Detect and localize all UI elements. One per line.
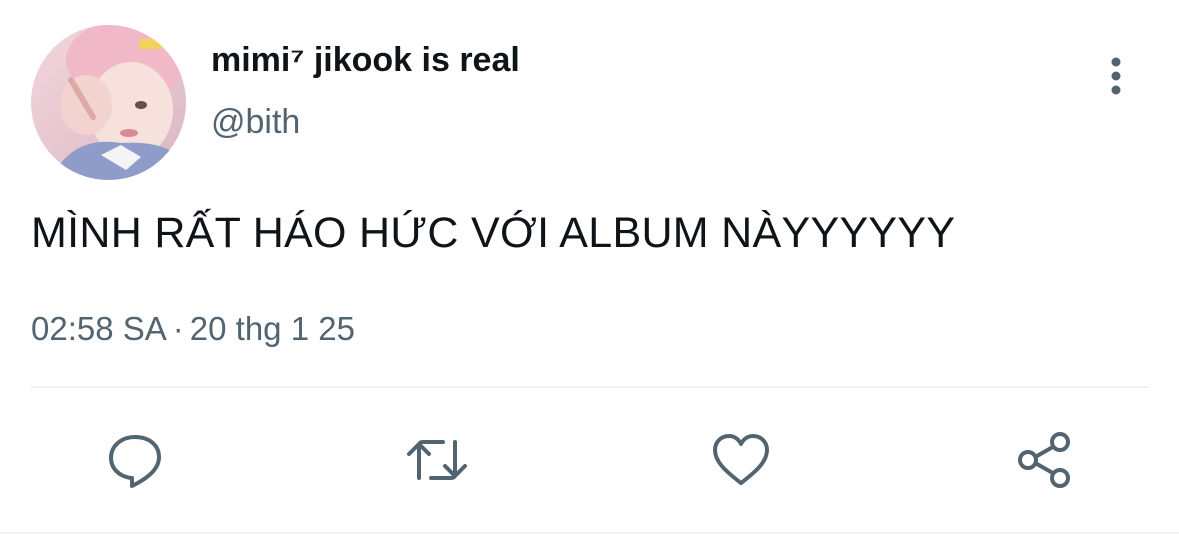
share-button[interactable] [1012, 428, 1076, 492]
more-options-button[interactable] [1098, 52, 1134, 100]
author-handle[interactable]: @bith [211, 102, 300, 142]
divider [31, 386, 1149, 388]
timestamp-separator: · [172, 310, 184, 347]
action-bar [0, 428, 1179, 492]
tweet-card: mimi⁷ jikook is real @bith MÌNH RẤT HÁO … [0, 0, 1179, 552]
retweet-icon [407, 440, 467, 480]
author-display-name[interactable]: mimi⁷ jikook is real [211, 40, 520, 80]
tweet-date: 20 thg 1 25 [189, 310, 355, 347]
comment-icon [109, 435, 161, 488]
tweet-time: 02:58 SA [31, 310, 167, 347]
reply-button[interactable] [103, 428, 167, 492]
tweet-timestamp[interactable]: 02:58 SA · 20 thg 1 25 [31, 309, 355, 349]
vertical-dots-icon [1111, 57, 1121, 95]
retweet-button[interactable] [405, 428, 469, 492]
share-icon [1018, 432, 1070, 488]
avatar-image [31, 25, 186, 180]
like-button[interactable] [709, 428, 773, 492]
tweet-text: MÌNH RẤT HÁO HỨC VỚI ALBUM NÀYYYYYY [31, 209, 956, 257]
bottom-divider [0, 532, 1179, 534]
avatar[interactable] [31, 25, 186, 180]
heart-icon [713, 434, 769, 485]
